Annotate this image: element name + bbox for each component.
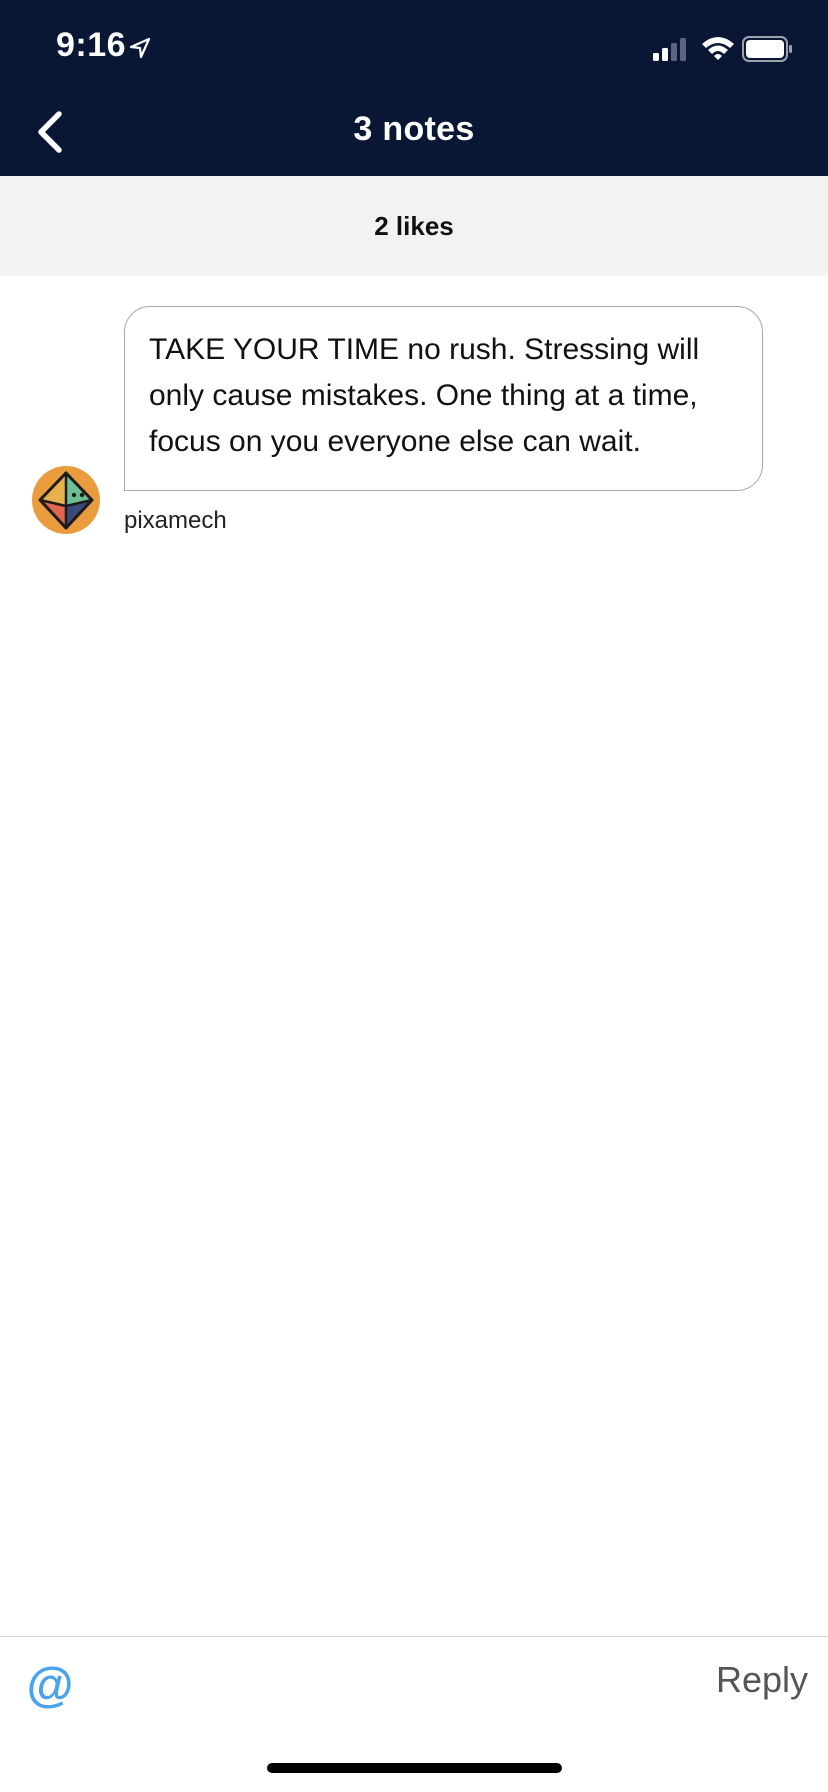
octahedron-avatar-icon [38, 471, 94, 530]
status-time: 9:16 [56, 26, 127, 64]
header: 9:16 3 notes [0, 0, 828, 176]
wifi-icon [702, 37, 734, 60]
mention-button[interactable]: @ [24, 1659, 76, 1712]
status-bar: 9:16 [0, 0, 828, 100]
reply-bar: @ Reply [0, 1636, 828, 1726]
home-indicator [267, 1763, 562, 1773]
likes-summary[interactable]: 2 likes [0, 176, 828, 276]
page-title: 3 notes [353, 110, 475, 148]
nav-bar: 3 notes [0, 100, 828, 176]
cellular-signal-icon [653, 38, 686, 61]
note-username[interactable]: pixamech [124, 507, 227, 535]
note-text: TAKE YOUR TIME no rush. Stressing will o… [149, 333, 700, 458]
avatar[interactable] [32, 466, 100, 534]
notes-screen: 9:16 3 notes 2 likes TAKE YOUR TIME no r… [0, 0, 828, 1792]
reply-button[interactable]: Reply [716, 1659, 808, 1701]
location-arrow-icon [129, 37, 151, 59]
likes-count-label: 2 likes [374, 210, 454, 241]
note-bubble: TAKE YOUR TIME no rush. Stressing will o… [124, 306, 763, 491]
battery-icon [742, 36, 792, 62]
